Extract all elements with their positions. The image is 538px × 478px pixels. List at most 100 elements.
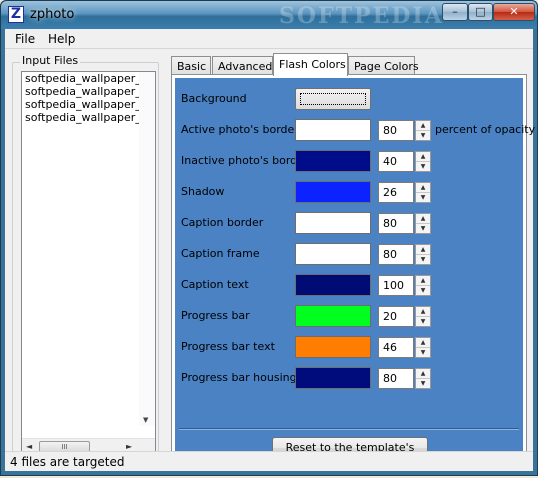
opacity-stepper[interactable]: 100 ▲ ▼ [378,275,432,296]
stepper-down-icon[interactable]: ▼ [416,286,430,296]
list-item[interactable]: softpedia_wallpaper_cl [22,112,155,124]
opacity-input[interactable]: 100 [378,275,414,296]
close-button[interactable]: ✕ [493,3,535,21]
color-row: Caption frame 80 ▲ ▼ [175,241,523,267]
opacity-input[interactable]: 46 [378,337,414,358]
opacity-stepper[interactable]: 20 ▲ ▼ [378,306,432,327]
color-row: Background [175,86,523,112]
color-row-label: Background [181,92,247,105]
file-items: softpedia_wallpaper_1 softpedia_wallpaper… [22,73,155,124]
input-files-list[interactable]: softpedia_wallpaper_1 softpedia_wallpaper… [21,71,156,456]
opacity-stepper[interactable]: 80 ▲ ▼ [378,213,432,234]
color-row-label: Caption border [181,216,264,229]
stepper-buttons: ▲ ▼ [415,337,431,358]
opacity-input[interactable]: 80 [378,368,414,389]
opacity-stepper[interactable]: 80 ▲ ▼ [378,368,432,389]
app-window: Z zphoto SOFTPEDIA – □ ✕ File Help Input… [0,0,538,476]
menu-help[interactable]: Help [48,32,75,46]
color-swatch-button[interactable] [295,119,371,141]
scroll-left-icon[interactable]: ◄ [26,442,32,451]
color-swatch-button[interactable] [295,243,371,265]
stepper-down-icon[interactable]: ▼ [416,379,430,389]
maximize-button[interactable]: □ [468,3,493,21]
list-item[interactable]: softpedia_wallpaper_4 [22,99,155,111]
separator [179,428,519,430]
stepper-down-icon[interactable]: ▼ [416,224,430,234]
color-swatch-button[interactable] [295,336,371,358]
vertical-scrollbar[interactable]: ▼ [139,72,155,426]
stepper-buttons: ▲ ▼ [415,182,431,203]
input-files-label: Input Files [20,54,81,67]
app-icon[interactable]: Z [8,6,24,23]
color-row: Progress bar text 46 ▲ ▼ [175,334,523,360]
color-row: Shadow 26 ▲ ▼ [175,179,523,205]
minimize-button[interactable]: – [442,3,468,21]
status-bar: 4 files are targeted [5,451,533,471]
stepper-up-icon[interactable]: ▲ [416,183,430,193]
color-swatch-button[interactable] [295,274,371,296]
title-bar[interactable]: Z zphoto SOFTPEDIA – □ ✕ [1,1,537,29]
opacity-suffix-label: percent of opacity [435,123,536,136]
opacity-input[interactable]: 80 [378,213,414,234]
opacity-input[interactable]: 80 [378,120,414,141]
color-swatch-button[interactable] [295,305,371,327]
tab-page-colors[interactable]: Page Colors [348,56,419,75]
stepper-up-icon[interactable]: ▲ [416,276,430,286]
color-swatch-button[interactable] [295,367,371,389]
menu-file[interactable]: File [15,32,35,46]
stepper-buttons: ▲ ▼ [415,151,431,172]
status-text: 4 files are targeted [10,455,125,469]
opacity-stepper[interactable]: 80 ▲ ▼ [378,120,432,141]
opacity-stepper[interactable]: 26 ▲ ▼ [378,182,432,203]
opacity-input[interactable]: 40 [378,151,414,172]
stepper-up-icon[interactable]: ▲ [416,245,430,255]
stepper-up-icon[interactable]: ▲ [416,307,430,317]
scroll-down-icon[interactable]: ▼ [143,416,148,424]
flash-colors-settings: Background Active photo's border 80 ▲ ▼ perce… [175,78,535,474]
opacity-input[interactable]: 20 [378,306,414,327]
opacity-input[interactable]: 80 [378,244,414,265]
stepper-buttons: ▲ ▼ [415,368,431,389]
stepper-buttons: ▲ ▼ [415,213,431,234]
color-row-label: Caption text [181,278,249,291]
color-row: Progress bar housing 80 ▲ ▼ [175,365,523,391]
stepper-down-icon[interactable]: ▼ [416,317,430,327]
color-row-label: Shadow [181,185,225,198]
stepper-down-icon[interactable]: ▼ [416,348,430,358]
tab-basic[interactable]: Basic [171,56,211,75]
tab-flash-colors[interactable]: Flash Colors [273,53,348,76]
stepper-buttons: ▲ ▼ [415,275,431,296]
stepper-down-icon[interactable]: ▼ [416,162,430,172]
stepper-up-icon[interactable]: ▲ [416,369,430,379]
color-row: Progress bar 20 ▲ ▼ [175,303,523,329]
color-row: Inactive photo's border 40 ▲ ▼ [175,148,523,174]
scroll-right-icon[interactable]: ► [126,442,132,451]
window-title: zphoto [30,7,75,22]
opacity-input[interactable]: 26 [378,182,414,203]
stepper-up-icon[interactable]: ▲ [416,121,430,131]
color-row: Caption text 100 ▲ ▼ [175,272,523,298]
color-row-label: Progress bar text [181,340,275,353]
flash-colors-panel: Background Active photo's border 80 ▲ ▼ perce… [171,74,535,474]
watermark-logo: SOFTPEDIA [279,3,444,29]
stepper-up-icon[interactable]: ▲ [416,214,430,224]
color-swatch-button[interactable] [295,88,371,110]
stepper-down-icon[interactable]: ▼ [416,255,430,265]
stepper-up-icon[interactable]: ▲ [416,338,430,348]
opacity-stepper[interactable]: 40 ▲ ▼ [378,151,432,172]
color-row-label: Active photo's border [181,123,299,136]
opacity-stepper[interactable]: 46 ▲ ▼ [378,337,432,358]
color-swatch-button[interactable] [295,212,371,234]
list-item[interactable]: softpedia_wallpaper_1 [22,73,155,85]
stepper-down-icon[interactable]: ▼ [416,131,430,141]
tab-advanced[interactable]: Advanced [212,56,273,75]
list-item[interactable]: softpedia_wallpaper_2 [22,86,155,98]
stepper-buttons: ▲ ▼ [415,120,431,141]
color-swatch-button[interactable] [295,150,371,172]
color-swatch-button[interactable] [295,181,371,203]
stepper-up-icon[interactable]: ▲ [416,152,430,162]
opacity-stepper[interactable]: 80 ▲ ▼ [378,244,432,265]
menu-bar: File Help [5,29,533,49]
stepper-down-icon[interactable]: ▼ [416,193,430,203]
client-area: File Help Input Files softpedia_wallpape… [5,29,535,474]
